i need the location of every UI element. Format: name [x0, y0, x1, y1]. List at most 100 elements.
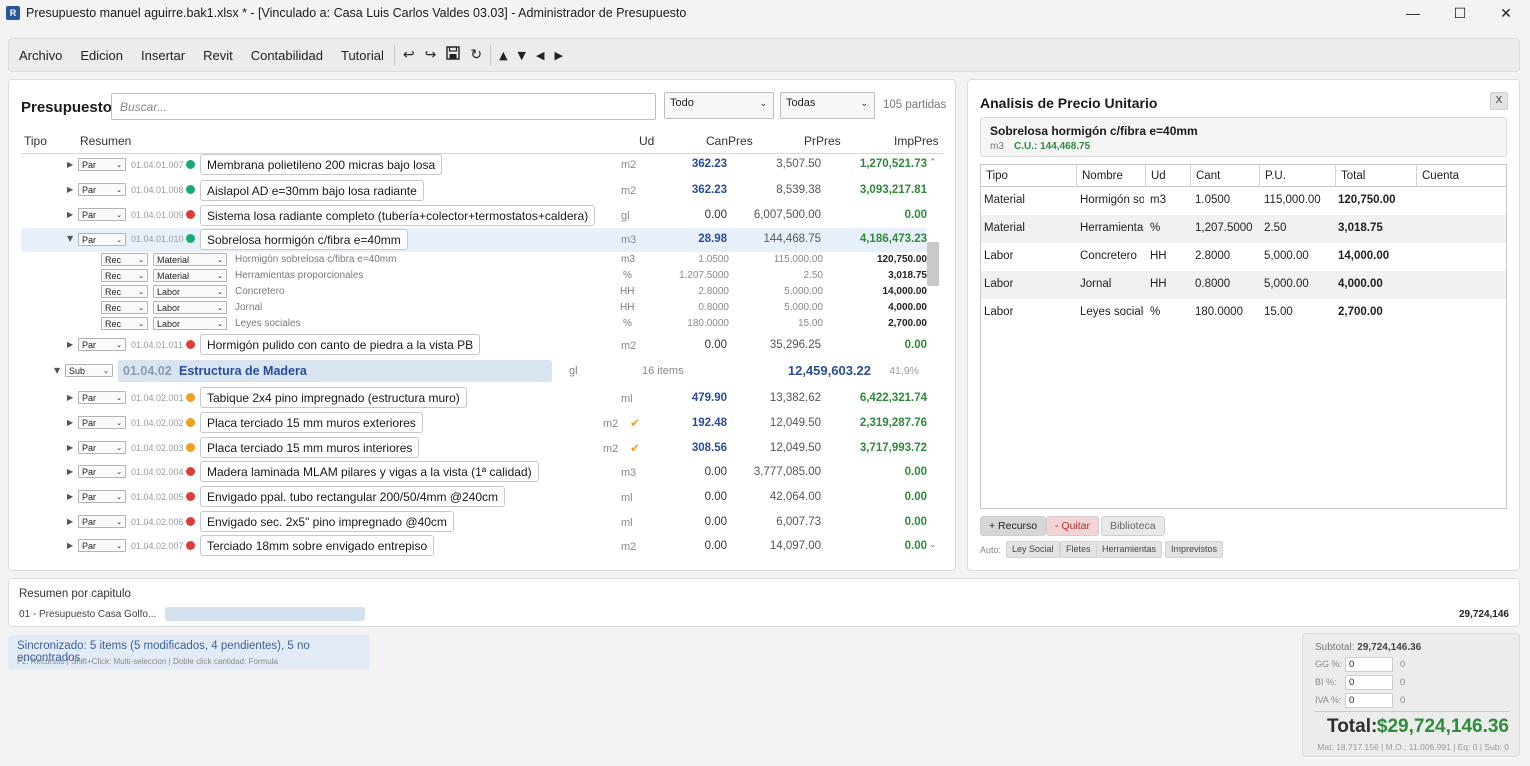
- row-canpres[interactable]: 28.98: [667, 233, 727, 245]
- row-canpres[interactable]: 0.00: [667, 466, 727, 478]
- apu-col-nombre[interactable]: Nombre: [1077, 165, 1146, 187]
- menu-contabilidad[interactable]: Contabilidad: [251, 48, 323, 63]
- apu-col-pu[interactable]: P.U.: [1260, 165, 1336, 187]
- filter-type-dropdown[interactable]: Todo ⌄: [664, 92, 774, 119]
- resource-quantity[interactable]: 180.0000: [649, 318, 729, 329]
- apu-cell-nombre[interactable]: Leyes sociale:: [1080, 306, 1144, 318]
- scroll-up-icon[interactable]: ⌃: [929, 158, 937, 168]
- subchapter-row[interactable]: ▼ Sub ⌄ 01.04.02 Estructura de Madera gl …: [21, 359, 927, 383]
- auto-ley-social-button[interactable]: Ley Social: [1006, 541, 1060, 558]
- apu-col-cant[interactable]: Cant: [1191, 165, 1260, 187]
- menu-revit[interactable]: Revit: [203, 48, 233, 63]
- row-canpres[interactable]: 362.23: [667, 158, 727, 170]
- table-row[interactable]: ▶ Par ⌄ 01.04.01.011 Hormigón pulido con …: [21, 333, 927, 357]
- expand-icon[interactable]: ▶: [67, 185, 73, 194]
- row-type-dropdown[interactable]: Par ⌄: [78, 208, 126, 221]
- row-canpres[interactable]: 479.90: [667, 392, 727, 404]
- redo-icon[interactable]: ↪: [425, 47, 437, 63]
- col-header-ud[interactable]: Ud: [639, 134, 654, 148]
- row-type-dropdown[interactable]: Par ⌄: [78, 391, 126, 404]
- row-canpres[interactable]: 362.23: [667, 184, 727, 196]
- row-description[interactable]: Hormigón pulido con canto de piedra a la…: [200, 334, 481, 355]
- menu-insertar[interactable]: Insertar: [141, 48, 185, 63]
- apu-row[interactable]: Labor Leyes sociale: % 180.0000 15.00 2,…: [981, 299, 1506, 327]
- refresh-icon[interactable]: ↻: [470, 47, 482, 63]
- expand-icon[interactable]: ▶: [67, 210, 73, 219]
- menu-tutorial[interactable]: Tutorial: [341, 48, 384, 63]
- row-description[interactable]: Sistema losa radiante completo (tubería+…: [200, 205, 596, 226]
- apu-row[interactable]: Labor Jornal HH 0.8000 5,000.00 4,000.00: [981, 271, 1506, 299]
- row-description[interactable]: Tabique 2x4 pino impregnado (estructura …: [200, 387, 467, 408]
- apu-cell-nombre[interactable]: Herramientas: [1080, 222, 1144, 234]
- apu-cell-nombre[interactable]: Jornal: [1080, 278, 1144, 290]
- table-row[interactable]: ▶ Par ⌄ 01.04.02.004 Madera laminada MLAM…: [21, 459, 927, 484]
- apu-cell-cant[interactable]: 0.8000: [1195, 278, 1230, 290]
- minimize-button[interactable]: —: [1390, 0, 1436, 26]
- resource-row[interactable]: Rec ⌄ Labor ⌄ Concretero HH 2.8000 5,000.0…: [21, 284, 927, 300]
- table-row[interactable]: ▶ Par ⌄ 01.04.02.002 Placa terciado 15 mm…: [21, 410, 927, 435]
- auto-fletes-button[interactable]: Fletes: [1060, 541, 1097, 558]
- resource-quantity[interactable]: 1,207.5000: [649, 270, 729, 281]
- row-description[interactable]: Sobrelosa hormigón c/fibra e=40mm: [200, 229, 408, 250]
- table-row[interactable]: ▶ Par ⌄ 01.04.01.007 Membrana polietileno…: [21, 154, 927, 178]
- row-type-dropdown[interactable]: Par ⌄: [78, 158, 126, 171]
- row-description[interactable]: Placa terciado 15 mm muros interiores: [200, 437, 420, 458]
- move-up-icon[interactable]: ▲: [499, 49, 507, 62]
- resource-class-dropdown[interactable]: Labor ⌄: [153, 285, 227, 298]
- resource-quantity[interactable]: 1.0500: [649, 254, 729, 265]
- table-row[interactable]: ▶ Par ⌄ 01.04.02.003 Placa terciado 15 mm…: [21, 435, 927, 459]
- apu-cell-pu[interactable]: 115,000.00: [1264, 194, 1321, 206]
- table-row[interactable]: ▶ Par ⌄ 01.04.02.005 Envigado ppal. tubo …: [21, 484, 927, 509]
- resource-type-dropdown[interactable]: Rec ⌄: [101, 317, 148, 330]
- col-header-canpres[interactable]: CanPres: [706, 134, 753, 148]
- resource-row[interactable]: Rec ⌄ Material ⌄ Hormigón sobrelosa c/fibr…: [21, 252, 927, 268]
- apu-row[interactable]: Material Hormigón so m3 1.0500 115,000.0…: [981, 187, 1506, 215]
- search-input[interactable]: Buscar...: [111, 93, 656, 120]
- col-header-tipo[interactable]: Tipo: [24, 134, 47, 148]
- table-row[interactable]: ▶ Par ⌄ 01.04.01.009 Sistema losa radiant…: [21, 203, 927, 228]
- resource-class-dropdown[interactable]: Labor ⌄: [153, 301, 227, 314]
- resource-quantity[interactable]: 2.8000: [649, 286, 729, 297]
- row-type-dropdown[interactable]: Par ⌄: [78, 515, 126, 528]
- move-right-icon[interactable]: ▶: [554, 49, 562, 62]
- row-description[interactable]: Aislapol AD e=30mm bajo losa radiante: [200, 180, 424, 201]
- row-canpres[interactable]: 0.00: [667, 339, 727, 351]
- scrollbar-thumb[interactable]: [927, 242, 939, 286]
- auto-herramientas-button[interactable]: Herramientas: [1096, 541, 1163, 558]
- row-canpres[interactable]: 0.00: [667, 516, 727, 528]
- apu-cell-cant[interactable]: 180.0000: [1195, 306, 1243, 318]
- expand-icon[interactable]: ▶: [67, 393, 73, 402]
- apu-cell-pu[interactable]: 5,000.00: [1264, 250, 1309, 262]
- auto-imprevistos-button[interactable]: Imprevistos: [1165, 541, 1224, 558]
- resource-type-dropdown[interactable]: Rec ⌄: [101, 253, 148, 266]
- save-icon[interactable]: [446, 46, 461, 64]
- row-type-dropdown[interactable]: Par ⌄: [78, 233, 126, 246]
- collapse-icon[interactable]: ▼: [54, 366, 60, 375]
- table-row[interactable]: ▶ Par ⌄ 01.04.02.006 Envigado sec. 2x5" p…: [21, 509, 927, 533]
- row-canpres[interactable]: 0.00: [667, 540, 727, 552]
- move-down-icon[interactable]: ▼: [518, 49, 526, 62]
- expand-icon[interactable]: ▶: [67, 517, 73, 526]
- expand-icon[interactable]: ▶: [67, 492, 73, 501]
- filter-status-dropdown[interactable]: Todas ⌄: [780, 92, 875, 119]
- bi-input[interactable]: 0: [1345, 675, 1393, 690]
- apu-cell-pu[interactable]: 15.00: [1264, 306, 1293, 318]
- apu-col-total[interactable]: Total: [1336, 165, 1417, 187]
- resource-type-dropdown[interactable]: Rec ⌄: [101, 301, 148, 314]
- expand-icon[interactable]: ▶: [67, 418, 73, 427]
- expand-icon[interactable]: ▶: [67, 340, 73, 349]
- row-description[interactable]: Envigado sec. 2x5" pino impregnado @40cm: [200, 511, 454, 532]
- expand-icon[interactable]: ▶: [67, 443, 73, 452]
- chapter-name[interactable]: 01 - Presupuesto Casa Golfo...: [19, 609, 156, 620]
- row-canpres[interactable]: 308.56: [667, 442, 727, 454]
- row-description[interactable]: Membrana polietileno 200 micras bajo los…: [200, 154, 443, 175]
- iva-input[interactable]: 0: [1345, 693, 1393, 708]
- add-resource-button[interactable]: + Recurso: [980, 516, 1047, 536]
- col-header-prpres[interactable]: PrPres: [804, 134, 841, 148]
- table-row[interactable]: ▶ Par ⌄ 01.04.01.008 Aislapol AD e=30mm b…: [21, 178, 927, 203]
- apu-col-tipo[interactable]: Tipo: [981, 165, 1077, 187]
- apu-col-ud[interactable]: Ud: [1146, 165, 1191, 187]
- row-type-dropdown[interactable]: Par ⌄: [78, 465, 126, 478]
- apu-row[interactable]: Material Herramientas % 1,207.5000 2.50 …: [981, 215, 1506, 243]
- apu-cell-cant[interactable]: 2.8000: [1195, 250, 1230, 262]
